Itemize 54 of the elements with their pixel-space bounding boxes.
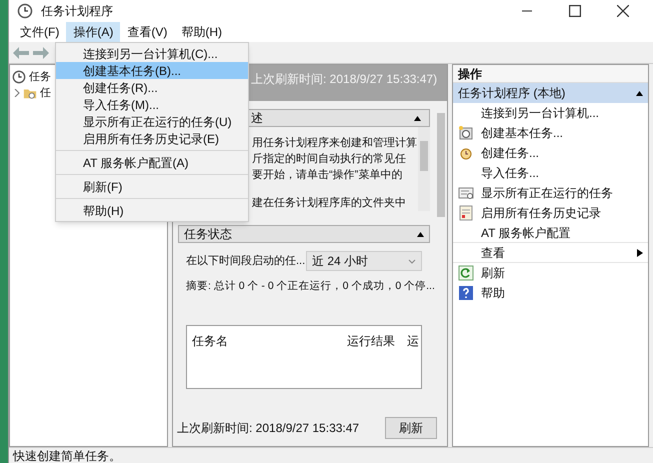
maximize-icon[interactable] [569, 5, 581, 17]
action-item[interactable]: AT 服务帐户配置 [453, 223, 648, 243]
collapse-icon[interactable] [417, 232, 424, 236]
refresh-icon [458, 265, 474, 281]
dropdown-item[interactable]: 刷新(F) [56, 178, 248, 195]
window-title: 任务计划程序 [41, 3, 113, 20]
clock-icon [12, 70, 26, 84]
action-item[interactable]: 查看 [453, 243, 648, 263]
scrollbar[interactable] [418, 127, 430, 211]
overview-text: 用任务计划程序来创建和管理计算 [252, 136, 418, 151]
help-icon [458, 285, 474, 301]
actions-title: 操作 [453, 65, 648, 83]
status-bar: 快速创建简单任务。 [9, 447, 653, 463]
collapse-icon[interactable] [636, 90, 643, 96]
refresh-time: 上次刷新时间: 2018/9/27 15:33:47 [177, 420, 360, 437]
action-item[interactable]: 刷新 [453, 263, 648, 283]
overview-text: 斤指定的时间自动执行的常见任 [252, 152, 407, 167]
action-item[interactable]: 启用所有任务历史记录 [453, 203, 648, 223]
task-list-icon [458, 185, 474, 201]
refresh-button[interactable]: 刷新 [385, 417, 437, 439]
menu-item[interactable]: 文件(F) [13, 22, 66, 42]
dropdown-item[interactable]: 帮助(H) [56, 202, 248, 219]
history-icon [458, 205, 474, 221]
actions-group-header[interactable]: 任务计划程序 (本地) [453, 83, 648, 103]
period-dropdown[interactable]: 近 24 小时 [306, 251, 422, 271]
overview-text: 建在任务计划程序库的文件夹中 [252, 196, 407, 211]
collapse-icon[interactable] [414, 116, 421, 120]
dropdown-item[interactable]: AT 服务帐户配置(A) [56, 154, 248, 171]
chevron-down-icon [408, 257, 416, 265]
column-header[interactable]: 任务名 [187, 332, 347, 388]
action-item[interactable]: 创建任务... [453, 143, 648, 163]
section-header[interactable]: 任务状态 [178, 225, 430, 243]
minimize-icon[interactable] [521, 10, 533, 12]
action-item[interactable]: 帮助 [453, 283, 648, 303]
tree-item[interactable]: 任务 [10, 69, 51, 85]
overview-text: 要开始，请单击“操作”菜单中的 [252, 168, 404, 183]
close-icon[interactable] [617, 5, 629, 17]
chevron-icon[interactable] [14, 89, 20, 97]
menu-item[interactable]: 帮助(H) [174, 22, 229, 42]
action-item[interactable]: 导入任务... [453, 163, 648, 183]
submenu-arrow-icon [637, 248, 643, 256]
menu-item[interactable]: 操作(A) [66, 22, 120, 42]
dropdown-item[interactable]: 创建基本任务(B)... [56, 62, 248, 79]
column-header[interactable]: 运 [407, 332, 421, 388]
action-item[interactable]: 连接到另一台计算机... [453, 103, 648, 123]
clock-icon [17, 3, 33, 19]
action-item[interactable]: 创建基本任务... [453, 123, 648, 143]
menu-item[interactable]: 查看(V) [120, 22, 174, 42]
clock-icon [458, 125, 474, 141]
dropdown-item[interactable]: 启用所有任务历史记录(E) [56, 130, 248, 147]
tree-item[interactable]: 任 [40, 84, 51, 102]
column-header[interactable]: 运行结果 [347, 332, 407, 388]
period-label: 在以下时间段启动的任... [186, 254, 306, 269]
action-item[interactable]: 显示所有正在运行的任务 [453, 183, 648, 203]
